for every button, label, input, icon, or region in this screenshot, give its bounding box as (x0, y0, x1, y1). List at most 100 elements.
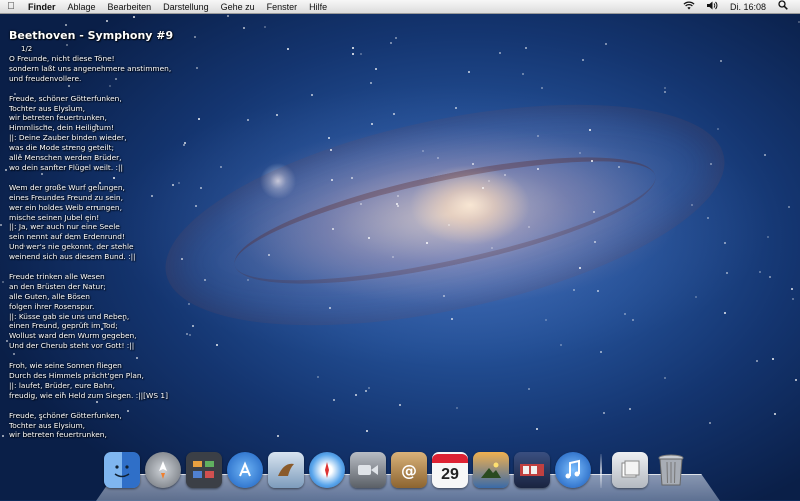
music-note-icon[interactable] (555, 452, 591, 488)
star (451, 318, 453, 320)
star (536, 428, 538, 430)
menu-gehe-zu[interactable]: Gehe zu (215, 0, 261, 14)
compass-icon[interactable] (309, 452, 345, 488)
finder-icon[interactable] (104, 452, 140, 488)
star (724, 312, 726, 314)
star (720, 60, 722, 62)
mission-control-icon[interactable] (186, 452, 222, 488)
volume-icon[interactable] (701, 0, 724, 14)
star (691, 204, 693, 206)
star (589, 129, 591, 131)
star (488, 180, 490, 182)
status-area: Di. 16:08 (677, 0, 800, 14)
star (788, 206, 790, 208)
star (759, 271, 761, 273)
star (365, 390, 367, 392)
star (392, 256, 394, 258)
star (331, 179, 333, 181)
star (399, 404, 401, 406)
dock-separator (600, 454, 602, 488)
spotlight-icon[interactable] (772, 0, 794, 14)
star (355, 394, 357, 396)
menu-hilfe[interactable]: Hilfe (303, 0, 333, 14)
star (448, 224, 450, 226)
star (397, 195, 399, 197)
star (792, 298, 794, 300)
calendar-icon[interactable]: 29 (432, 452, 468, 488)
star (724, 242, 726, 244)
star (605, 43, 607, 45)
star (311, 94, 313, 96)
star (426, 242, 428, 244)
star (774, 413, 776, 415)
star (664, 377, 666, 379)
star (504, 174, 506, 176)
star (2, 281, 4, 283)
menu-bar:  Finder Ablage Bearbeiten Darstellung G… (0, 0, 800, 14)
star (632, 319, 634, 321)
star (329, 307, 331, 309)
documents-stack-icon[interactable] (612, 452, 648, 488)
star (717, 128, 719, 130)
dock: @ 29 (96, 452, 720, 501)
star (756, 360, 758, 362)
menubar-clock[interactable]: Di. 16:08 (724, 0, 772, 14)
star (537, 135, 539, 137)
star (352, 47, 354, 49)
star (499, 52, 501, 54)
star (468, 71, 470, 73)
star (629, 408, 631, 410)
star (528, 388, 530, 390)
star (764, 154, 766, 156)
rocket-icon[interactable] (145, 452, 181, 488)
star (264, 26, 266, 28)
star (455, 107, 457, 109)
star (393, 113, 395, 115)
trash-icon[interactable] (653, 452, 689, 488)
star (560, 344, 562, 346)
star (573, 289, 575, 291)
star (594, 241, 596, 243)
star (437, 157, 439, 159)
star (368, 387, 370, 389)
star (726, 272, 728, 274)
star (368, 237, 370, 239)
star (618, 166, 620, 168)
star (395, 37, 397, 39)
star (579, 152, 581, 154)
star (371, 123, 373, 125)
page-indicator: 1/2 (21, 45, 33, 53)
star (366, 430, 368, 432)
apple-logo-icon[interactable]:  (0, 1, 22, 12)
camera-icon[interactable] (350, 452, 386, 488)
star (317, 376, 319, 378)
star (525, 47, 527, 49)
star (106, 20, 108, 22)
lyrics-overlay: Beethoven - Symphony #9 1/2 O Freunde, n… (9, 29, 309, 440)
star (333, 399, 335, 401)
star (332, 228, 334, 230)
menu-darstellung[interactable]: Darstellung (157, 0, 215, 14)
star (2, 435, 4, 437)
mail-icon[interactable] (268, 452, 304, 488)
star (597, 290, 599, 292)
star (375, 68, 377, 70)
photo-icon[interactable] (473, 452, 509, 488)
menu-app-name[interactable]: Finder (22, 0, 62, 14)
star (352, 53, 354, 55)
star (65, 24, 67, 26)
star (707, 217, 709, 219)
star (443, 295, 445, 297)
star (537, 168, 539, 170)
address-book-icon[interactable]: @ (391, 452, 427, 488)
menu-fenster[interactable]: Fenster (261, 0, 304, 14)
star (328, 137, 330, 139)
star (491, 247, 493, 249)
photo-booth-icon[interactable] (514, 452, 550, 488)
wifi-icon[interactable] (677, 0, 701, 14)
menu-ablage[interactable]: Ablage (62, 0, 102, 14)
menu-bearbeiten[interactable]: Bearbeiten (102, 0, 158, 14)
star (624, 313, 626, 315)
star (767, 236, 769, 238)
app-store-icon[interactable] (227, 452, 263, 488)
